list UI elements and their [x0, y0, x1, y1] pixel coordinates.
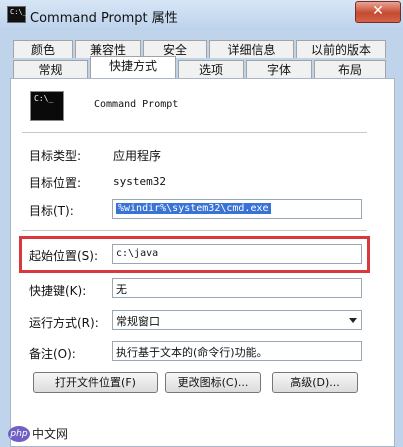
properties-window: C:\_ Command Prompt 属性 ✕ 颜色 兼容性 安全 详细信息 …: [0, 0, 403, 447]
open-file-location-button[interactable]: 打开文件位置(F): [33, 372, 158, 393]
tab-font[interactable]: 字体: [246, 60, 312, 78]
hotkey-input-value: 无: [116, 283, 127, 296]
highlight-box: [19, 236, 370, 273]
tab-shortcut[interactable]: 快捷方式: [90, 56, 176, 78]
comment-label: 备注(O):: [29, 347, 76, 361]
run-select-value: 常规窗口: [116, 315, 160, 328]
comment-input-value: 执行基于文本的(命令行)功能。: [116, 346, 268, 359]
target-location-label: 目标位置:: [29, 176, 82, 190]
site-watermark: php 中文网: [8, 425, 68, 445]
tab-colors[interactable]: 颜色: [13, 40, 73, 58]
window-title: Command Prompt 属性: [30, 11, 178, 26]
change-icon-button[interactable]: 更改图标(C)...: [165, 372, 261, 393]
target-type-label: 目标类型:: [29, 149, 82, 163]
command-prompt-icon: C:\_: [7, 6, 27, 23]
comment-input[interactable]: 执行基于文本的(命令行)功能。: [112, 341, 362, 361]
run-select[interactable]: 常规窗口: [112, 310, 362, 330]
chevron-down-icon: [349, 318, 357, 323]
target-location-value: system32: [113, 175, 166, 188]
hotkey-input[interactable]: 无: [112, 278, 362, 298]
close-button[interactable]: ✕: [355, 1, 401, 23]
tab-details[interactable]: 详细信息: [209, 40, 294, 58]
tab-general[interactable]: 常规: [13, 60, 88, 78]
watermark-text: 中文网: [32, 427, 69, 441]
tab-layout[interactable]: 布局: [314, 60, 386, 78]
divider: [22, 132, 367, 133]
tab-options[interactable]: 选项: [178, 60, 244, 78]
target-type-value: 应用程序: [113, 149, 162, 163]
console-app-icon: C:\_: [30, 91, 64, 121]
divider: [22, 230, 367, 231]
tab-previous-versions[interactable]: 以前的版本: [296, 40, 386, 58]
target-label: 目标(T):: [29, 204, 74, 218]
php-logo: php: [8, 425, 30, 442]
app-icon-text: C:\_: [34, 94, 54, 103]
run-label: 运行方式(R):: [29, 316, 99, 330]
target-input[interactable]: %windir%\system32\cmd.exe: [112, 199, 362, 219]
target-input-value: %windir%\system32\cmd.exe: [116, 203, 271, 214]
hotkey-label: 快捷键(K):: [29, 284, 87, 298]
title-icon-text: C:\_: [10, 8, 27, 16]
shortcut-name: Command Prompt: [94, 99, 179, 110]
title-bar[interactable]: C:\_ Command Prompt 属性 ✕: [0, 0, 403, 30]
advanced-button[interactable]: 高级(D)...: [272, 372, 358, 393]
